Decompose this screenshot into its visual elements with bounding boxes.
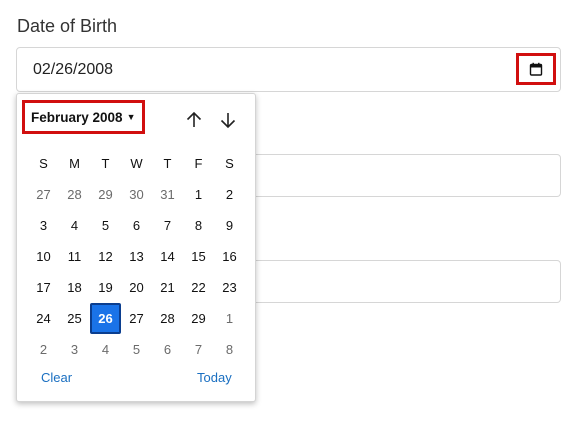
next-month-button[interactable]	[216, 108, 240, 132]
day-cell[interactable]: 2	[214, 179, 245, 210]
day-cell[interactable]: 5	[90, 210, 121, 241]
day-cell[interactable]: 7	[183, 334, 214, 365]
day-cell[interactable]: 28	[152, 303, 183, 334]
week-row: 27 28 29 30 31 1 2	[28, 179, 245, 210]
day-cell[interactable]: 3	[59, 334, 90, 365]
week-row: 24 25 26 27 28 29 1	[28, 303, 245, 334]
week-row: 2345678	[28, 334, 245, 365]
day-cell[interactable]: 9	[214, 210, 245, 241]
day-cell[interactable]: 20	[121, 272, 152, 303]
month-year-select[interactable]: February 2008 ▼	[22, 100, 145, 134]
day-cell[interactable]: 29	[183, 303, 214, 334]
day-cell[interactable]: 31	[152, 179, 183, 210]
day-cell[interactable]: 29	[90, 179, 121, 210]
day-cell[interactable]: 7	[152, 210, 183, 241]
weekday-label: T	[163, 156, 172, 171]
day-cell[interactable]: 28	[59, 179, 90, 210]
day-cell[interactable]: 27	[121, 303, 152, 334]
arrow-down-icon	[220, 113, 236, 129]
day-cell[interactable]: 18	[59, 272, 90, 303]
day-cell[interactable]: 24	[28, 303, 59, 334]
caret-down-icon: ▼	[126, 112, 136, 122]
day-cell[interactable]: 6	[152, 334, 183, 365]
previous-month-button[interactable]	[182, 108, 206, 132]
weekday-label: S	[225, 156, 234, 171]
day-cell[interactable]: 4	[59, 210, 90, 241]
day-cell[interactable]: 6	[121, 210, 152, 241]
day-cell[interactable]: 13	[121, 241, 152, 272]
day-cell[interactable]: 17	[28, 272, 59, 303]
day-cell[interactable]: 23	[214, 272, 245, 303]
day-cell[interactable]: 12	[90, 241, 121, 272]
day-cell[interactable]: 3	[28, 210, 59, 241]
weekday-label: M	[69, 156, 80, 171]
weekday-label: T	[101, 156, 110, 171]
clear-button[interactable]: Clear	[41, 370, 72, 385]
date-value[interactable]: 02/26/2008	[33, 61, 113, 79]
weekday-label: S	[39, 156, 48, 171]
field-label: Date of Birth	[17, 16, 118, 36]
calendar-button[interactable]	[516, 53, 556, 85]
day-cell[interactable]: 21	[152, 272, 183, 303]
day-cell[interactable]: 16	[214, 241, 245, 272]
week-row: 17 18 19 20 21 22 23	[28, 272, 245, 303]
weekday-header: SMTWTFS	[28, 148, 245, 179]
day-cell[interactable]: 1	[183, 179, 214, 210]
week-row: 3456789	[28, 210, 245, 241]
week-row: 10 11 12 13 14 15 16	[28, 241, 245, 272]
date-input[interactable]: 02/26/2008	[16, 47, 561, 92]
day-cell[interactable]: 4	[90, 334, 121, 365]
day-cell[interactable]: 14	[152, 241, 183, 272]
day-cell[interactable]: 25	[59, 303, 90, 334]
day-cell[interactable]: 8	[214, 334, 245, 365]
today-button[interactable]: Today	[197, 370, 232, 385]
arrow-up-icon	[186, 111, 202, 127]
day-cell[interactable]: 5	[121, 334, 152, 365]
month-year-label: February 2008	[31, 109, 123, 125]
day-cell[interactable]: 22	[183, 272, 214, 303]
weekday-label: W	[130, 156, 143, 171]
weekday-label: F	[194, 156, 203, 171]
calendar-grid: SMTWTFS 27 28 29 30 31 1 2 3 4 5 6 7 8 9 10 11 12 13 14 15 1…	[28, 148, 245, 365]
day-cell[interactable]: 19	[90, 272, 121, 303]
day-cell[interactable]: 10	[28, 241, 59, 272]
day-cell[interactable]: 2	[28, 334, 59, 365]
day-cell[interactable]: 11	[59, 241, 90, 272]
underlying-input-3[interactable]	[245, 260, 561, 303]
calendar-popup: February 2008 ▼ SMTWTFS 27 28 29 30 31 1 2 3 4 5 6…	[16, 93, 256, 402]
day-cell[interactable]: 1	[214, 303, 245, 334]
day-cell[interactable]: 30	[121, 179, 152, 210]
day-cell[interactable]: 27	[28, 179, 59, 210]
day-cell[interactable]: 15	[183, 241, 214, 272]
calendar-icon	[529, 62, 543, 76]
day-cell[interactable]: 8	[183, 210, 214, 241]
underlying-input-2[interactable]	[245, 154, 561, 197]
selected-day[interactable]: 26	[90, 303, 121, 334]
